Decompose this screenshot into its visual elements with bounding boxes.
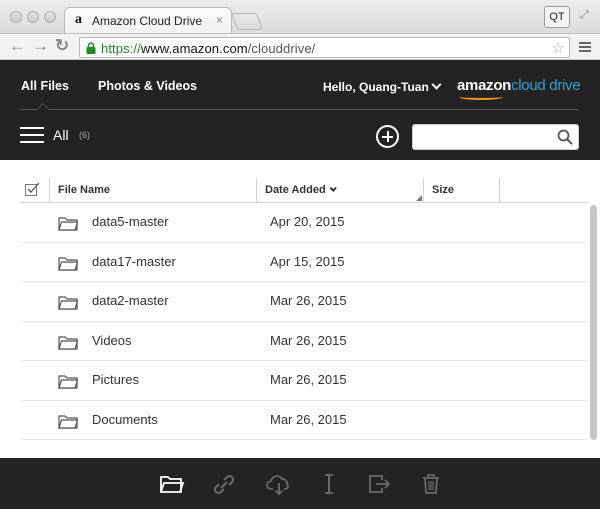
file-date-added: Apr 20, 2015 (270, 214, 345, 229)
profile-button[interactable]: QT (544, 6, 570, 28)
window-close-button[interactable] (10, 11, 22, 23)
file-name[interactable]: Videos (92, 333, 132, 348)
trash-icon[interactable] (418, 472, 444, 496)
folder-icon (58, 334, 79, 350)
reload-icon[interactable]: ↻ (55, 37, 69, 55)
add-plus-icon[interactable] (376, 125, 399, 148)
column-separator (256, 178, 257, 203)
table-header: File Name Date Added Size (20, 178, 588, 203)
file-date-added: Mar 26, 2015 (270, 372, 347, 387)
browser-titlebar: a Amazon Cloud Drive × QT ⤢ (0, 0, 600, 34)
column-separator (49, 178, 50, 203)
greeting-text: Hello, Quang-Tuan (323, 80, 429, 94)
column-file-name[interactable]: File Name (58, 184, 110, 196)
item-count: (6) (79, 130, 90, 140)
folder-icon (58, 294, 79, 310)
table-row[interactable]: Documents Mar 26, 2015 (20, 401, 588, 440)
column-date-added[interactable]: Date Added (265, 184, 337, 196)
scrollbar-thumb[interactable] (590, 205, 597, 440)
search-icon[interactable] (556, 128, 574, 146)
sort-descending-icon (329, 184, 337, 192)
new-tab-button[interactable] (230, 13, 264, 30)
table-row[interactable]: data5-master Apr 20, 2015 (20, 203, 588, 243)
back-arrow-icon[interactable]: ← (9, 37, 26, 55)
amazon-smile-icon (459, 94, 503, 100)
select-all-checkbox-icon[interactable] (25, 182, 40, 196)
file-name[interactable]: Documents (92, 412, 158, 427)
chevron-down-icon (431, 79, 442, 90)
file-name[interactable]: data2-master (92, 293, 169, 308)
search-field[interactable] (412, 124, 579, 150)
rename-cursor-icon[interactable] (316, 472, 342, 496)
table-row[interactable]: Videos Mar 26, 2015 (20, 322, 588, 361)
file-date-added: Mar 26, 2015 (270, 293, 347, 308)
column-size[interactable]: Size (432, 184, 454, 196)
column-separator (499, 178, 500, 203)
table-row[interactable]: Pictures Mar 26, 2015 (20, 361, 588, 401)
forward-arrow-icon[interactable]: → (32, 37, 49, 55)
search-input[interactable] (419, 129, 549, 145)
url-host: www.amazon.com (140, 41, 248, 56)
file-list: data5-master Apr 20, 2015 data17-master Apr… (20, 203, 588, 440)
file-date-added: Mar 26, 2015 (270, 332, 347, 348)
file-name[interactable]: Pictures (92, 372, 139, 387)
file-name[interactable]: data17-master (92, 254, 176, 269)
tab-photos-videos[interactable]: Photos & Videos (98, 79, 197, 93)
amazon-cloud-drive-logo[interactable]: amazoncloud drive (457, 77, 581, 100)
hamburger-menu-icon[interactable] (20, 127, 44, 145)
vertical-scrollbar[interactable] (590, 205, 598, 445)
action-bar (0, 458, 600, 509)
tab-title: Amazon Cloud Drive (92, 14, 203, 28)
column-date-added-label: Date Added (265, 184, 326, 196)
folder-filter-label: All (53, 127, 69, 143)
window-minimize-button[interactable] (27, 11, 39, 23)
active-tab-indicator (36, 103, 50, 110)
window-zoom-button[interactable] (44, 11, 56, 23)
bookmark-star-icon[interactable]: ☆ (552, 39, 565, 57)
folder-icon (58, 215, 79, 231)
amazon-favicon-icon: a (75, 12, 82, 27)
column-resize-handle[interactable] (416, 195, 422, 201)
browser-toolbar: ← → ↻ https://www.amazon.com/clouddrive/… (0, 33, 600, 60)
folder-icon (58, 255, 79, 271)
folder-icon (58, 413, 79, 429)
url-scheme: https:// (101, 41, 141, 56)
tab-close-icon[interactable]: × (216, 13, 223, 27)
file-name[interactable]: data5-master (92, 214, 169, 229)
lock-icon (86, 42, 96, 54)
folder-icon (58, 373, 79, 389)
browser-menu-icon[interactable] (579, 42, 591, 54)
link-icon[interactable] (211, 472, 237, 496)
logo-cloud-drive-text: cloud drive (511, 77, 581, 94)
url-text: https://www.amazon.com/clouddrive/ (101, 41, 315, 56)
account-menu[interactable]: Hello, Quang-Tuan (323, 79, 442, 94)
url-path: /clouddrive/ (247, 41, 316, 56)
nav-divider (20, 109, 578, 110)
tab-all-files[interactable]: All Files (21, 79, 69, 93)
cloud-download-icon[interactable] (266, 472, 292, 496)
fullscreen-icon[interactable]: ⤢ (580, 9, 592, 21)
file-date-added: Apr 15, 2015 (270, 253, 345, 269)
file-date-added: Mar 26, 2015 (270, 411, 347, 427)
file-list-panel: File Name Date Added Size data5-master Ap… (0, 160, 600, 458)
column-separator (423, 178, 424, 203)
browser-tab[interactable]: a Amazon Cloud Drive × (64, 7, 232, 34)
table-row[interactable]: data17-master Apr 15, 2015 (20, 243, 588, 282)
logo-amazon-text: amazon (457, 77, 512, 94)
move-to-icon[interactable] (366, 472, 392, 496)
open-folder-icon[interactable] (159, 472, 185, 496)
table-row[interactable]: data2-master Mar 26, 2015 (20, 282, 588, 322)
address-bar[interactable]: https://www.amazon.com/clouddrive/ ☆ (79, 37, 570, 58)
